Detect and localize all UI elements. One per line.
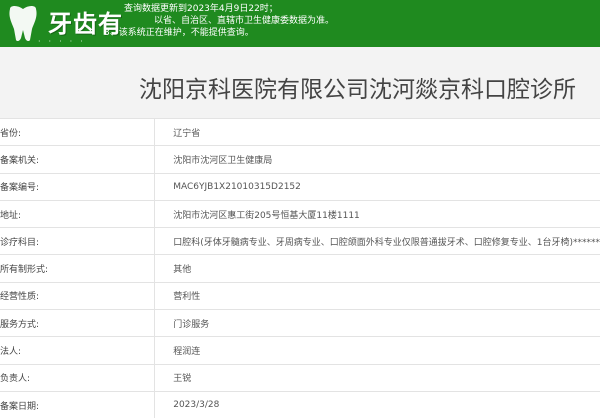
row-label: 备案机关: xyxy=(0,145,156,174)
row-value: 门诊服务 xyxy=(154,309,600,337)
table-row: 备案编号: MAC6YJB1X21010315D2152 xyxy=(0,172,600,201)
table-row: 备案日期: 2023/3/28 xyxy=(0,390,600,418)
row-value: 沈阳市沈河区惠工街205号恒基大厦11楼1111 xyxy=(154,199,600,228)
top-banner: 牙齿有 查询数据更新到2023年4月9日22时； 以省、自治区、直辖市卫生健康委… xyxy=(0,0,600,47)
row-value: 程润连 xyxy=(154,336,600,365)
row-value: 口腔科(牙体牙髓病专业、牙周病专业、口腔颌面外科专业仅限普通拔牙术、口腔修复专业… xyxy=(154,227,600,255)
decorative-dots: ····· xyxy=(38,37,91,46)
notice-line-1: 查询数据更新到2023年4月9日22时； xyxy=(124,4,278,14)
table-row: 服务方式: 门诊服务 xyxy=(0,309,600,337)
table-row: 经营性质: 营利性 xyxy=(0,281,600,310)
row-label: 备案编号: xyxy=(0,172,156,201)
row-label: 服务方式: xyxy=(0,309,156,337)
row-value: 沈阳市沈河区卫生健康局 xyxy=(154,145,600,174)
row-value: MAC6YJB1X21010315D2152 xyxy=(154,172,600,201)
table-row: 所有制形式: 其他 xyxy=(0,254,600,283)
row-label: 诊疗科目: xyxy=(0,227,156,255)
table-row: 诊疗科目: 口腔科(牙体牙髓病专业、牙周病专业、口腔颌面外科专业仅限普通拔牙术、口… xyxy=(0,227,600,255)
table-row: 法人: 程润连 xyxy=(0,336,600,365)
notice-text: 查询数据更新到2023年4月9日22时； 以省、自治区、直辖市卫生健康委数据为准… xyxy=(34,3,334,39)
row-value: 其他 xyxy=(154,254,600,283)
row-value: 2023/3/28 xyxy=(154,390,600,418)
row-label: 经营性质: xyxy=(0,281,156,310)
table-row: 地址: 沈阳市沈河区惠工街205号恒基大厦11楼1111 xyxy=(0,199,600,228)
row-label: 备案日期: xyxy=(0,390,156,418)
row-label: 负责人: xyxy=(0,363,156,392)
clinic-info-table: 省份: 辽宁省 备案机关: 沈阳市沈河区卫生健康局 备案编号: MAC6YJB1X2101… xyxy=(0,117,600,418)
row-label: 地址: xyxy=(0,199,156,228)
table-row: 备案机关: 沈阳市沈河区卫生健康局 xyxy=(0,145,600,174)
table-row: 负责人: 王锐 xyxy=(0,363,600,392)
row-value: 辽宁省 xyxy=(154,117,600,146)
row-label: 省份: xyxy=(0,117,156,146)
table-row: 省份: 辽宁省 xyxy=(0,117,600,146)
row-label: 所有制形式: xyxy=(0,254,156,283)
row-label: 法人: xyxy=(0,336,156,365)
row-value: 营利性 xyxy=(154,281,600,310)
row-value: 王锐 xyxy=(154,363,600,392)
title-area: 沈阳京科医院有限公司沈河燚京科口腔诊所 xyxy=(0,48,600,118)
notice-line-2: 以省、自治区、直辖市卫生健康委数据为准。 xyxy=(154,16,335,26)
page-title: 沈阳京科医院有限公司沈河燚京科口腔诊所 xyxy=(139,77,576,103)
